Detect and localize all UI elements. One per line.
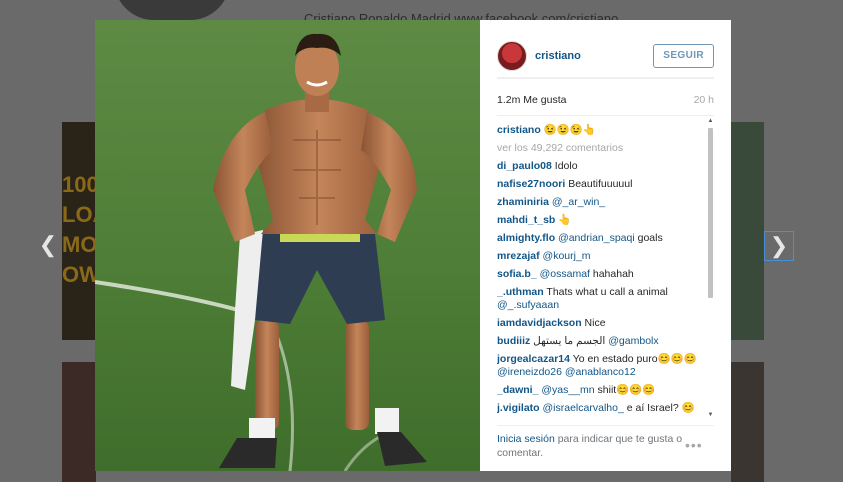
comment-username[interactable]: j.vigilato (497, 402, 540, 414)
username-link[interactable]: cristiano (535, 50, 581, 62)
comments-list[interactable]: cristiano 😉😉😉👆 ver los 49,292 comentario… (497, 121, 705, 419)
list-item: sofia.b_ @ossamaf hahahah (497, 265, 705, 283)
post-stats: 1.2m Me gusta 20 h (497, 94, 714, 106)
post-photo[interactable] (95, 20, 480, 471)
follow-button[interactable]: SEGUIR (653, 43, 714, 68)
comment-mention[interactable]: @gambolx (608, 335, 658, 347)
likes-count[interactable]: 1.2m Me gusta (497, 94, 566, 106)
list-item: mahdi_t_sb 👆 (497, 211, 705, 229)
comment-username[interactable]: zhaminiria (497, 196, 549, 208)
chevron-right-icon: ❯ (769, 233, 789, 258)
avatar[interactable] (497, 40, 527, 71)
list-item: j.vigilato @israelcarvalho_ e aí Israel?… (497, 399, 705, 417)
comments-scrollbar[interactable]: ▲ ▼ (707, 117, 714, 419)
background-grid-tile[interactable] (62, 362, 96, 482)
comment-mention[interactable]: @israelcarvalho_ (543, 402, 624, 414)
comment-text: الجسم ما يستهل (533, 334, 606, 347)
post-header: cristiano SEGUIR (497, 34, 714, 78)
comment-mention[interactable]: @ireneizdo26 @anablanco12 (497, 366, 636, 378)
list-item: almighty.flo @andrian_spaqi goals (497, 229, 705, 247)
comment-username[interactable]: sofia.b_ (497, 268, 537, 280)
background-promo-text: 100LOAMONTHOW (62, 172, 96, 287)
comment-text: Yo en estado puro😊😊😊 (572, 352, 697, 365)
background-grid-tile[interactable] (731, 122, 764, 340)
comment-mention[interactable]: @yas__mn (541, 384, 594, 396)
load-more-comments-link[interactable]: ver los 49,292 comentarios (497, 139, 705, 157)
login-link[interactable]: Inicia sesión (497, 433, 555, 445)
list-item: budiiiz الجسم ما يستهل @gambolx (497, 332, 705, 350)
comment-username[interactable]: mahdi_t_sb (497, 214, 555, 226)
login-prompt: Inicia sesión para indicar que te gusta … (497, 432, 687, 460)
comment-text: e aí Israel? 😊 (626, 401, 695, 414)
scroll-up-arrow-icon[interactable]: ▲ (707, 117, 714, 125)
list-item: _dawni_ @yas__mn shiit😊😊😊 (497, 381, 705, 399)
comment-text: goals (637, 231, 663, 244)
comment-username[interactable]: mrezajaf (497, 250, 540, 262)
chevron-left-icon: ❮ (38, 232, 58, 257)
comment-username[interactable]: jorgealcazar14 (497, 353, 570, 365)
comment-text: 👆 (558, 213, 572, 226)
comment-text: hahahah (592, 267, 634, 280)
list-item: _.uthman Thats what u call a animal @_.s… (497, 283, 705, 314)
comment-mention[interactable]: @ossamaf (540, 268, 590, 280)
previous-post-button[interactable]: ❮ (33, 231, 63, 261)
background-grid-tile[interactable] (731, 362, 764, 482)
comment-username[interactable]: _.uthman (497, 286, 544, 298)
scroll-down-arrow-icon[interactable]: ▼ (707, 411, 714, 419)
divider (497, 115, 714, 116)
soccer-player-photo (95, 20, 480, 471)
comment-username[interactable]: _dawni_ (497, 384, 538, 396)
caption-username[interactable]: cristiano (497, 124, 541, 136)
comment-username[interactable]: di_paulo08 (497, 160, 552, 172)
caption: cristiano 😉😉😉👆 (497, 121, 705, 139)
comment-username[interactable]: iamdavidjackson (497, 317, 582, 329)
list-item: iamdavidjackson Nice (497, 314, 705, 332)
comment-username[interactable]: nafise27noori (497, 178, 565, 190)
comment-mention[interactable]: @_ar_win_ (552, 196, 605, 208)
list-item: mrezajaf @kourj_m (497, 247, 705, 265)
comment-username[interactable]: budiiiz (497, 335, 530, 347)
divider (497, 425, 714, 426)
comment-mention[interactable]: @andrian_spaqi (558, 232, 635, 244)
comment-text: Beautifuuuuul (568, 177, 633, 190)
comment-text: Nice (584, 316, 606, 329)
post-details-panel: cristiano SEGUIR 1.2m Me gusta 20 h cris… (480, 20, 731, 471)
list-item: di_paulo08 Idolo (497, 157, 705, 175)
post-timestamp[interactable]: 20 h (694, 94, 714, 106)
comment-text: Thats what u call a animal (546, 285, 668, 298)
comment-username[interactable]: almighty.flo (497, 232, 555, 244)
background-profile-avatar (114, 0, 230, 20)
comment-mention[interactable]: @kourj_m (543, 250, 591, 262)
scrollbar-thumb[interactable] (708, 128, 713, 298)
next-post-button[interactable]: ❯ (764, 231, 794, 261)
divider (497, 78, 714, 79)
list-item: jorgealcazar14 Yo en estado puro😊😊😊 @ire… (497, 350, 705, 381)
caption-text: 😉😉😉👆 (543, 123, 596, 136)
comment-text: shiit😊😊😊 (597, 383, 656, 396)
more-options-button[interactable]: ••• (685, 437, 703, 453)
comment-mention[interactable]: @_.sufyaaan (497, 299, 559, 311)
post-modal: cristiano SEGUIR 1.2m Me gusta 20 h cris… (95, 20, 731, 471)
list-item: nafise27noori Beautifuuuuul (497, 175, 705, 193)
comment-text: Idolo (554, 159, 578, 172)
list-item: zhaminiria @_ar_win_ (497, 193, 705, 211)
